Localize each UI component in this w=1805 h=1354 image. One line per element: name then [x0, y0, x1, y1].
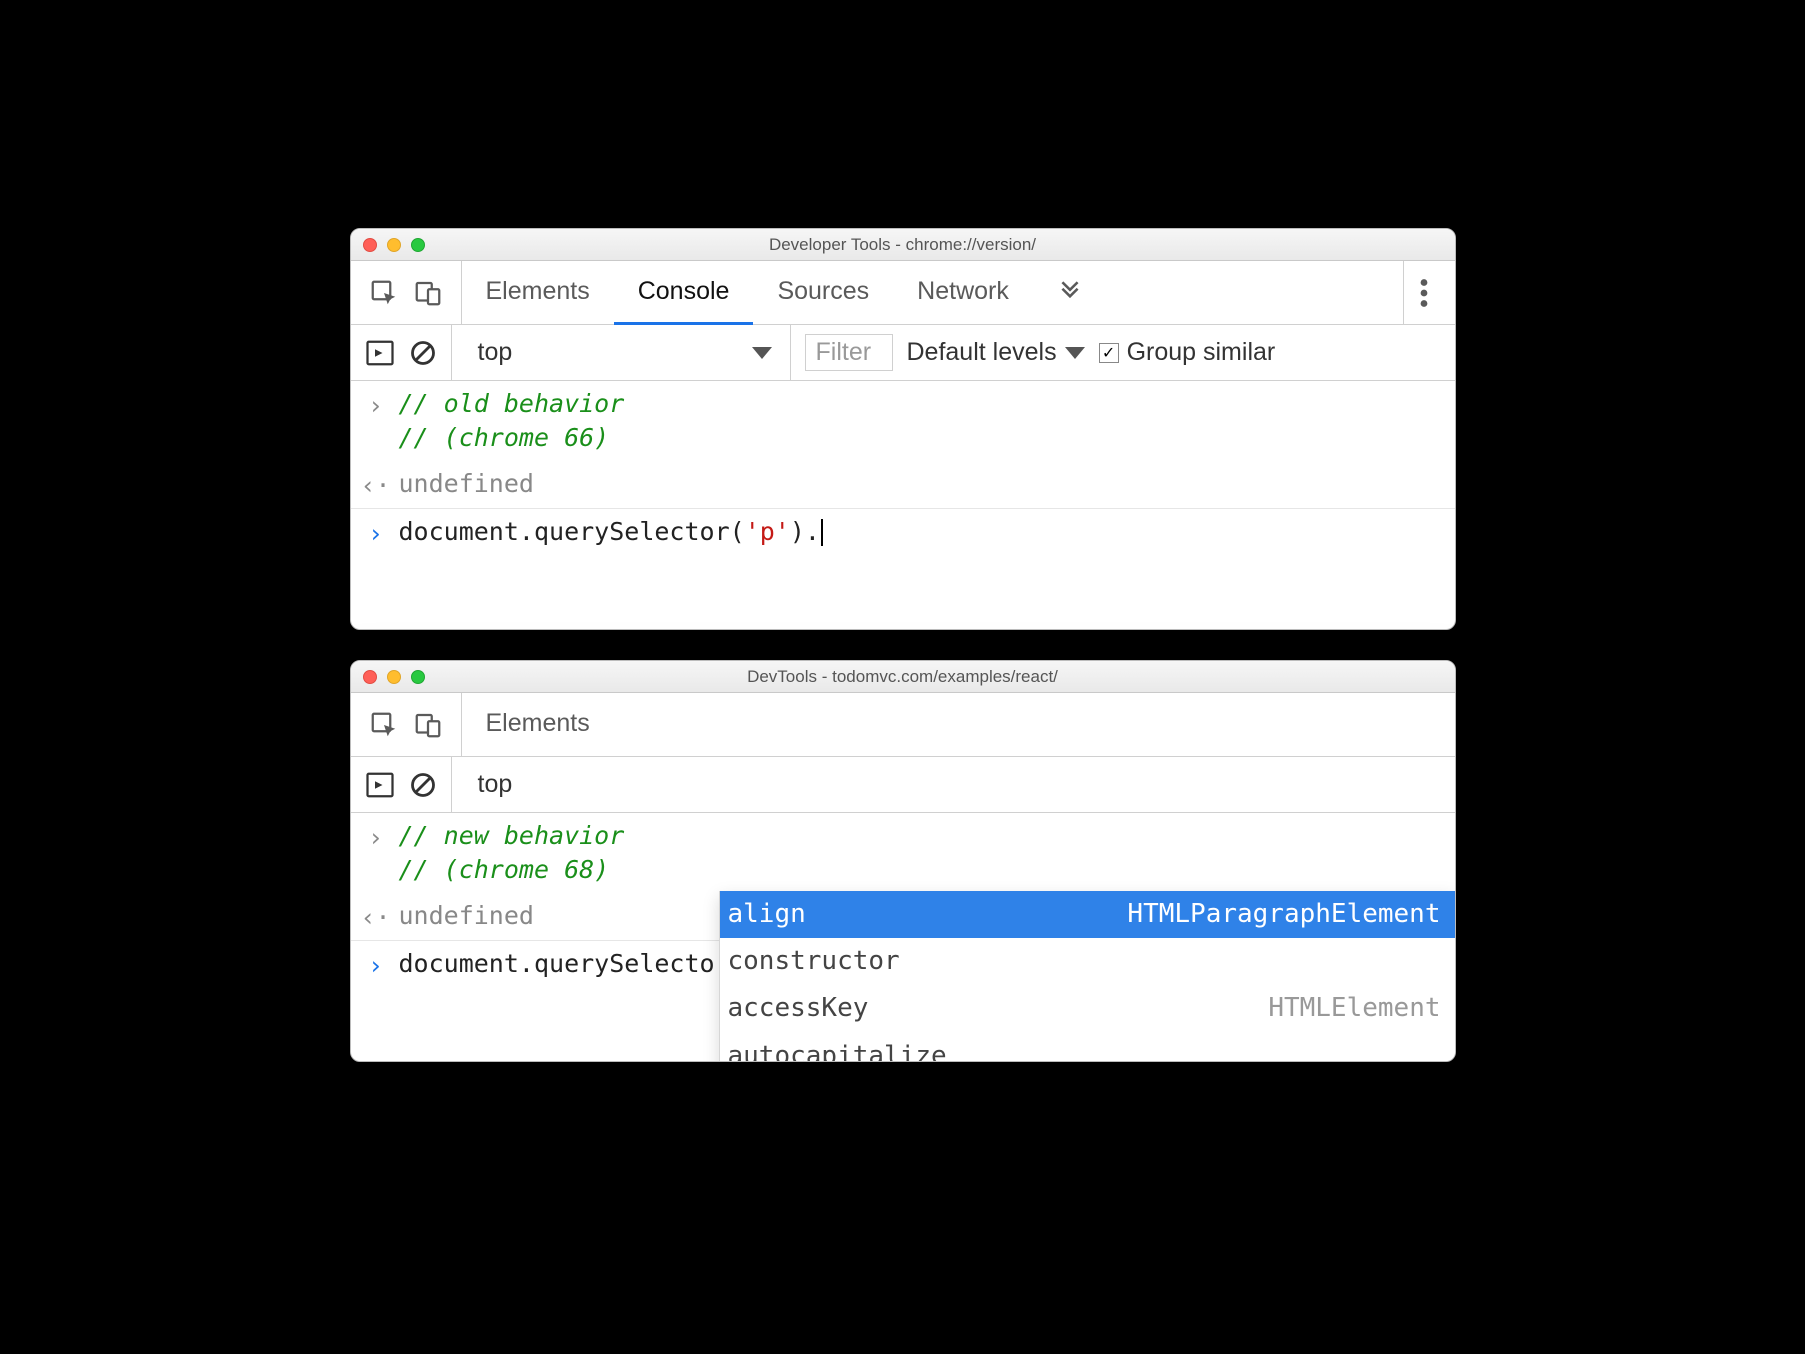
chevron-down-icon	[1065, 347, 1085, 359]
console-comment: // (chrome 66)	[399, 421, 625, 455]
device-toolbar-icon[interactable]	[413, 278, 443, 308]
tab-elements[interactable]: Elements	[462, 693, 614, 757]
console-comment: // new behavior	[399, 819, 625, 853]
titlebar: DevTools - todomvc.com/examples/react/	[351, 661, 1455, 693]
console-result: undefined	[399, 899, 534, 933]
console-result-row: ‹· undefined	[351, 461, 1455, 510]
autocomplete-item-label: constructor	[728, 944, 900, 979]
autocomplete-item[interactable]: align HTMLParagraphElement	[720, 891, 1455, 938]
tab-elements[interactable]: Elements	[462, 261, 614, 325]
tab-label: Sources	[777, 277, 869, 306]
tab-label: Elements	[486, 277, 590, 306]
prompt-chevron-icon: ›	[365, 515, 387, 551]
minimize-icon[interactable]	[387, 238, 401, 252]
minimize-icon[interactable]	[387, 670, 401, 684]
console-input-row: › // new behavior // (chrome 68)	[351, 813, 1455, 893]
console-sidebar-icon[interactable]	[365, 771, 395, 799]
window-controls	[363, 670, 425, 684]
context-label: top	[478, 770, 513, 799]
context-selector[interactable]: top	[466, 338, 776, 367]
chevron-down-icon	[752, 347, 772, 359]
text-cursor	[821, 519, 823, 547]
clear-console-icon[interactable]	[409, 771, 437, 799]
maximize-icon[interactable]	[411, 670, 425, 684]
console-sidebar-icon[interactable]	[365, 339, 395, 367]
tab-label: Console	[638, 277, 730, 306]
tab-sources[interactable]: Sources	[753, 261, 893, 325]
tab-label: Elements	[486, 709, 590, 738]
input-chevron-icon: ›	[365, 819, 387, 855]
console-comment: // old behavior	[399, 387, 625, 421]
autocomplete-item-label: accessKey	[728, 991, 869, 1026]
close-icon[interactable]	[363, 238, 377, 252]
levels-label: Default levels	[907, 338, 1057, 367]
autocomplete-item-label: autocapitalize	[728, 1039, 947, 1062]
window-title: Developer Tools - chrome://version/	[769, 235, 1036, 255]
autocomplete-item-type: HTMLElement	[1268, 991, 1440, 1026]
console-comment: // (chrome 68)	[399, 853, 625, 887]
filter-input[interactable]: Filter	[805, 334, 893, 371]
console-input[interactable]: document.querySelector('p').	[399, 515, 823, 549]
inspect-icon[interactable]	[369, 710, 399, 740]
devtools-tabs: Elements Console Sources Network	[351, 261, 1455, 325]
autocomplete-item-type: HTMLParagraphElement	[1127, 897, 1440, 932]
tab-console[interactable]: Console	[614, 261, 754, 325]
console-toolbar: top Filter Default levels ✓ Group simila…	[351, 325, 1455, 381]
context-selector[interactable]: top	[466, 770, 626, 799]
input-chevron-icon: ›	[365, 387, 387, 423]
console-input-row: › // old behavior // (chrome 66)	[351, 381, 1455, 461]
console-prompt-row[interactable]: › document.querySelector('p').	[351, 509, 1455, 557]
output-chevron-icon: ‹·	[365, 467, 387, 503]
more-icon[interactable]	[1403, 261, 1445, 324]
autocomplete-item-label: align	[728, 897, 806, 932]
prompt-chevron-icon: ›	[365, 947, 387, 983]
console-prompt-row[interactable]: › document.querySelector('p').align alig…	[351, 941, 1455, 989]
close-icon[interactable]	[363, 670, 377, 684]
context-label: top	[478, 338, 513, 367]
autocomplete-item[interactable]: constructor	[720, 938, 1455, 985]
devtools-tabs: Elements	[351, 693, 1455, 757]
autocomplete-item[interactable]: autocapitalize	[720, 1033, 1455, 1062]
group-similar-label: Group similar	[1127, 338, 1276, 367]
titlebar: Developer Tools - chrome://version/	[351, 229, 1455, 261]
clear-console-icon[interactable]	[409, 339, 437, 367]
devtools-window-old: Developer Tools - chrome://version/ Elem…	[350, 228, 1456, 630]
log-levels-select[interactable]: Default levels	[907, 338, 1085, 367]
maximize-icon[interactable]	[411, 238, 425, 252]
console-toolbar: top	[351, 757, 1455, 813]
console-body: › // new behavior // (chrome 68) ‹· unde…	[351, 813, 1455, 989]
console-body: › // old behavior // (chrome 66) ‹· unde…	[351, 381, 1455, 557]
inspect-icon[interactable]	[369, 278, 399, 308]
output-chevron-icon: ‹·	[365, 899, 387, 935]
devtools-window-new: DevTools - todomvc.com/examples/react/ E…	[350, 660, 1456, 1062]
autocomplete-popup[interactable]: align HTMLParagraphElement constructor a…	[719, 891, 1455, 1062]
tab-label: Network	[917, 277, 1009, 306]
console-result: undefined	[399, 467, 534, 501]
window-title: DevTools - todomvc.com/examples/react/	[747, 667, 1058, 687]
tab-network[interactable]: Network	[893, 261, 1033, 325]
autocomplete-item[interactable]: accessKey HTMLElement	[720, 985, 1455, 1032]
tabs-overflow-icon[interactable]	[1033, 261, 1107, 325]
group-similar-checkbox[interactable]: ✓	[1099, 343, 1119, 363]
window-controls	[363, 238, 425, 252]
device-toolbar-icon[interactable]	[413, 710, 443, 740]
